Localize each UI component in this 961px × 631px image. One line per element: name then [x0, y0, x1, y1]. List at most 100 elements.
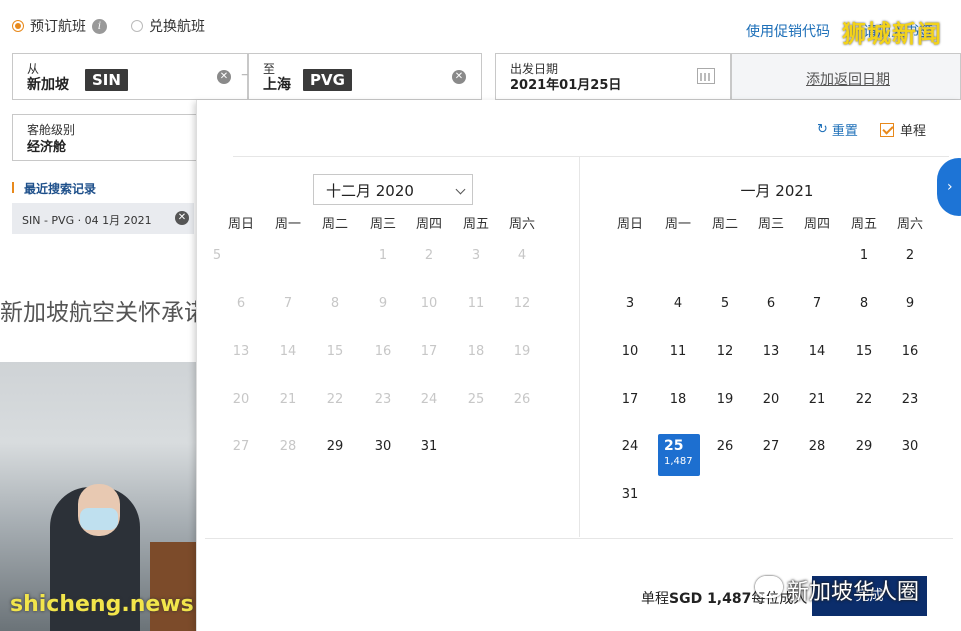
day-cell: 13 — [232, 344, 250, 359]
reset-label: 重置 — [831, 124, 858, 139]
clear-to-icon[interactable]: ✕ — [452, 70, 466, 84]
day-cell: 11 — [467, 296, 485, 311]
depart-date-field[interactable]: 出发日期 2021年01月25日 — [495, 53, 731, 100]
dec-weekday: 周一 — [274, 217, 301, 232]
day-cell: 15 — [326, 344, 344, 359]
day-cell[interactable]: 9 — [890, 296, 930, 316]
day-cell[interactable]: 31 — [610, 487, 650, 507]
day-cell[interactable]: 19 — [705, 392, 745, 412]
month-select[interactable]: 十二月 2020 — [313, 174, 473, 205]
dec-weekday: 周三 — [369, 217, 396, 232]
day-cell[interactable]: 22 — [844, 392, 884, 412]
one-way-checkbox[interactable]: 单程 — [880, 120, 926, 139]
day-cell: 18 — [467, 344, 485, 359]
radio-book-flight[interactable]: 预订航班 i — [12, 16, 107, 36]
add-return-date-field[interactable]: 添加返回日期 — [731, 53, 961, 100]
radio-redeem-flight[interactable]: 兑换航班 — [131, 16, 205, 36]
day-cell: 25 — [467, 392, 485, 407]
day-cell: 28 — [279, 439, 297, 454]
day-cell[interactable]: 12 — [705, 344, 745, 364]
day-cell[interactable]: 1 — [844, 248, 884, 268]
day-cell[interactable]: 30 — [890, 439, 930, 459]
footer-price-text: 单程SGD 1,487每位成人 — [641, 588, 807, 608]
checkbox-checked-icon — [880, 122, 894, 137]
radio-dot — [131, 20, 143, 32]
to-field[interactable]: 至 上海 PVG ✕ — [248, 53, 482, 100]
chevron-right-icon: › — [947, 179, 953, 195]
recent-search-chip[interactable]: SIN - PVG · 04 1月 2021 ✕ — [12, 203, 194, 234]
selected-day-cell[interactable]: 25 1,487 — [658, 434, 700, 476]
day-cell: 6 — [236, 296, 246, 311]
recent-accent-bar — [12, 182, 14, 193]
jan-weekday: 周四 — [803, 217, 830, 232]
day-cell[interactable]: 29 — [844, 439, 884, 459]
wechat-icon — [755, 576, 783, 598]
month-select-value: 十二月 2020 — [326, 182, 414, 200]
day-cell[interactable]: 10 — [610, 344, 650, 364]
day-cell[interactable]: 8 — [844, 296, 884, 316]
cabin-class-field[interactable]: 客舱级别 经济舱 — [12, 114, 202, 161]
info-icon[interactable]: i — [92, 18, 107, 34]
day-cell[interactable]: 20 — [751, 392, 791, 412]
watermark-bottom-right: 新加坡华人圈 — [787, 580, 920, 605]
hero-banner: 新加坡航空关怀承诺 — [0, 263, 196, 631]
day-cell[interactable]: 17 — [610, 392, 650, 412]
day-cell[interactable]: 21 — [797, 392, 837, 412]
from-field[interactable]: 从 新加坡 SIN ✕ — [12, 53, 248, 100]
day-cell[interactable]: 2 — [890, 248, 930, 268]
photo-person-2 — [150, 542, 196, 631]
date-picker-panel: ↻ 重置 单程 十二月 2020 一月 2021 25 1,487 › 完成 单… — [196, 100, 961, 631]
footer-divider — [205, 538, 953, 539]
day-cell: 26 — [513, 392, 531, 407]
day-cell[interactable]: 15 — [844, 344, 884, 364]
selected-day-price: 1,487 — [664, 456, 693, 467]
footer-prefix: 单程 — [641, 591, 669, 607]
day-cell[interactable]: 4 — [658, 296, 698, 316]
day-cell[interactable]: 27 — [751, 439, 791, 459]
day-cell[interactable]: 6 — [751, 296, 791, 316]
day-cell: 17 — [420, 344, 438, 359]
day-cell: 16 — [374, 344, 392, 359]
calendar-icon — [697, 68, 715, 84]
reset-button[interactable]: ↻ 重置 — [817, 120, 858, 139]
day-cell[interactable]: 18 — [658, 392, 698, 412]
clear-from-icon[interactable]: ✕ — [217, 70, 231, 84]
day-cell: 8 — [330, 296, 340, 311]
jan-weekday: 周二 — [711, 217, 738, 232]
day-cell: 1 — [378, 248, 388, 263]
dec-weekday: 周六 — [508, 217, 535, 232]
hero-title: 新加坡航空关怀承诺 — [0, 300, 196, 326]
day-cell[interactable]: 26 — [705, 439, 745, 459]
next-month-button[interactable]: › — [937, 158, 961, 216]
watermark-top: 狮城新闻 — [842, 20, 942, 48]
day-cell[interactable]: 16 — [890, 344, 930, 364]
remove-recent-icon[interactable]: ✕ — [175, 211, 189, 225]
dec-weekday: 周二 — [321, 217, 348, 232]
dec-weekday: 周四 — [415, 217, 442, 232]
day-cell[interactable]: 14 — [797, 344, 837, 364]
day-cell[interactable]: 31 — [409, 439, 449, 459]
cabin-value: 经济舱 — [27, 140, 67, 155]
day-cell[interactable]: 13 — [751, 344, 791, 364]
day-cell[interactable]: 28 — [797, 439, 837, 459]
hero-photo — [0, 362, 196, 631]
day-cell: 9 — [378, 296, 388, 311]
day-cell[interactable]: 7 — [797, 296, 837, 316]
day-cell[interactable]: 3 — [610, 296, 650, 316]
day-cell: 5 — [212, 248, 222, 263]
radio-redeem-label: 兑换航班 — [149, 19, 205, 35]
day-cell: 12 — [513, 296, 531, 311]
add-return-link[interactable]: 添加返回日期 — [806, 69, 890, 89]
day-cell[interactable]: 24 — [610, 439, 650, 459]
photo-mask — [80, 508, 118, 530]
radio-book-label: 预订航班 — [30, 19, 86, 35]
footer-price: SGD 1,487 — [669, 591, 752, 607]
day-cell[interactable]: 11 — [658, 344, 698, 364]
day-cell[interactable]: 30 — [363, 439, 403, 459]
promo-code-link[interactable]: 使用促销代码 — [746, 21, 830, 41]
day-cell[interactable]: 29 — [315, 439, 355, 459]
day-cell: 22 — [326, 392, 344, 407]
day-cell: 4 — [517, 248, 527, 263]
day-cell[interactable]: 5 — [705, 296, 745, 316]
day-cell[interactable]: 23 — [890, 392, 930, 412]
